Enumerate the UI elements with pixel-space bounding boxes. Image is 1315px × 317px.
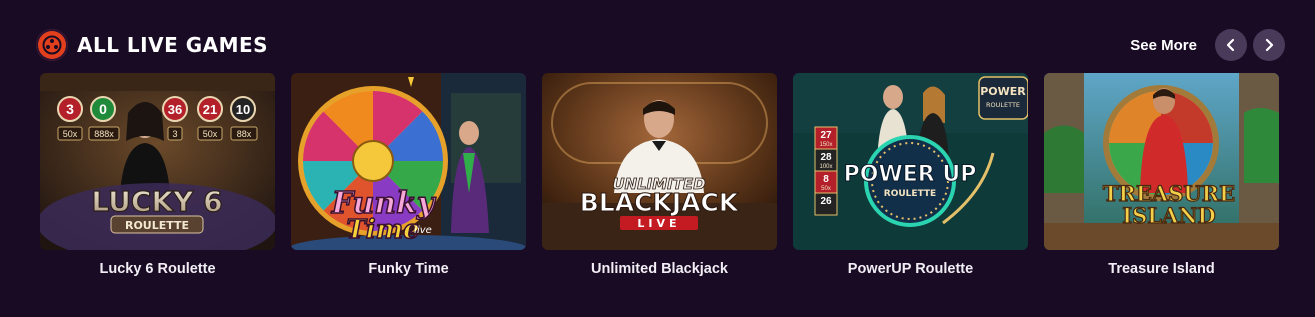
logo-text: POWER UP [844, 162, 977, 187]
multiplier-label: 50x [63, 129, 78, 139]
ball-number: 10 [236, 102, 250, 117]
live-badge: LIVE [637, 217, 680, 230]
previous-button[interactable] [1215, 29, 1247, 61]
roulette-icon [36, 29, 68, 61]
section-title: ALL LIVE GAMES [77, 33, 269, 57]
game-thumbnail[interactable]: TREASURE ISLAND [1044, 73, 1279, 250]
corner-logo: POWER ROULETTE [978, 76, 1028, 120]
chevron-right-icon [1265, 38, 1274, 52]
game-title[interactable]: Lucky 6 Roulette [40, 261, 275, 277]
logo-subtext: ROULETTE [884, 189, 936, 199]
game-card-treasure-island[interactable]: TREASURE ISLAND Treasure Island [1044, 73, 1279, 277]
logo-text: LUCKY 6 [91, 185, 222, 218]
logo-subtext: Time [346, 215, 419, 245]
multiplier-label: 50x [203, 129, 218, 139]
corner-logo-text: POWER [980, 85, 1026, 98]
board-number: 28 [820, 152, 832, 163]
game-thumbnail[interactable]: UNLIMITED BLACKJACK LIVE [542, 73, 777, 250]
section-header: ALL LIVE GAMES See More [36, 28, 1285, 62]
multiplier-label: 888x [94, 129, 114, 139]
game-title[interactable]: Unlimited Blackjack [542, 261, 777, 277]
logo-subtext: BLACKJACK [580, 188, 740, 217]
game-title[interactable]: Treasure Island [1044, 261, 1279, 277]
game-logo: LUCKY 6 ROULETTE [91, 184, 223, 234]
game-title[interactable]: Funky Time [291, 261, 526, 277]
games-carousel: 3 0 36 21 10 50x 888x 3 50x 88x LUCKY 6 … [40, 73, 1279, 277]
game-card-lucky-6-roulette[interactable]: 3 0 36 21 10 50x 888x 3 50x 88x LUCKY 6 … [40, 73, 275, 277]
game-card-powerup-roulette[interactable]: 27 28 8 26 150x 100x 50x POWER ROULETTE … [793, 73, 1028, 277]
multiplier-label: 3 [172, 129, 177, 139]
board-number: 27 [820, 130, 832, 141]
section-title-group: ALL LIVE GAMES [36, 29, 268, 61]
see-more-link[interactable]: See More [1130, 37, 1197, 54]
game-thumbnail[interactable]: Funky Time live [291, 73, 526, 250]
game-thumbnail[interactable]: 3 0 36 21 10 50x 888x 3 50x 88x LUCKY 6 … [40, 73, 275, 250]
ball-number: 36 [168, 102, 182, 117]
betting-board: 27 28 8 26 150x 100x 50x [814, 126, 838, 216]
game-title[interactable]: PowerUP Roulette [793, 261, 1028, 277]
game-card-funky-time[interactable]: Funky Time live Funky Time [291, 73, 526, 277]
board-number: 26 [820, 196, 832, 207]
carousel-nav: See More [1130, 29, 1285, 61]
board-multiplier: 150x [819, 142, 832, 148]
ball-number: 21 [203, 102, 217, 117]
board-multiplier: 50x [821, 186, 831, 192]
next-button[interactable] [1253, 29, 1285, 61]
logo-live-text: live [414, 225, 432, 236]
logo-subtext: ROULETTE [125, 219, 189, 232]
ball-number: 0 [99, 101, 107, 117]
ball-number: 3 [66, 101, 74, 117]
game-logo: TREASURE ISLAND [1102, 180, 1236, 228]
board-multiplier: 100x [819, 164, 832, 170]
multiplier-label: 88x [237, 129, 252, 139]
chevron-left-icon [1226, 38, 1235, 52]
board-number: 8 [823, 174, 829, 185]
game-thumbnail[interactable]: 27 28 8 26 150x 100x 50x POWER ROULETTE … [793, 73, 1028, 250]
logo-subtext: ISLAND [1122, 203, 1215, 228]
corner-logo-subtext: ROULETTE [986, 101, 1020, 109]
game-card-unlimited-blackjack[interactable]: UNLIMITED BLACKJACK LIVE Unlimited Black… [542, 73, 777, 277]
